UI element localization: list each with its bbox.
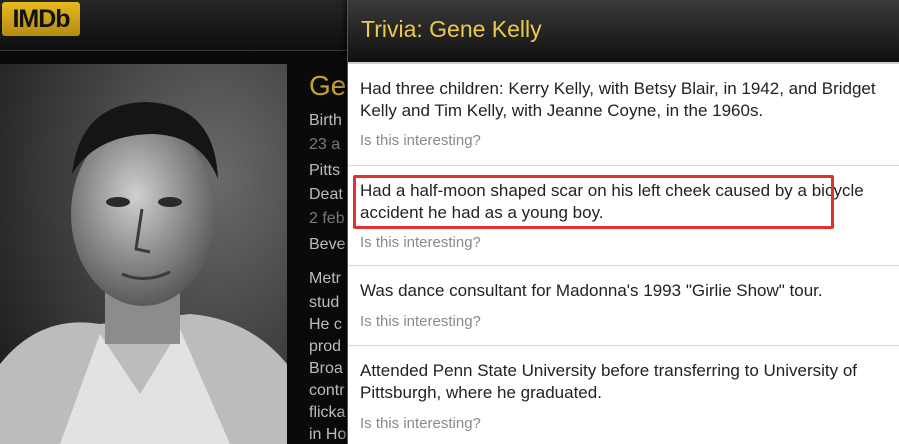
imdb-logo[interactable]: IMDb (2, 2, 80, 36)
interesting-link[interactable]: Is this interesting? (360, 132, 481, 149)
bio-line: 23 a (309, 136, 341, 153)
bio-line: Metr (309, 270, 341, 287)
bio-line: Deat (309, 186, 343, 203)
trivia-dialog: Trivia: Gene Kelly Had three children: K… (347, 0, 899, 444)
bio-line: He c (309, 316, 342, 333)
bio-line: flicka (309, 404, 346, 421)
bio-line: in Ho (309, 426, 347, 443)
actor-name: Ge (309, 70, 347, 101)
profile-photo (0, 64, 287, 444)
bio-line: Beve (309, 236, 346, 253)
bio-line: prod (309, 338, 342, 355)
bio-line: stud (309, 294, 340, 311)
interesting-link[interactable]: Is this interesting? (360, 415, 481, 432)
trivia-item[interactable]: Attended Penn State University before tr… (348, 346, 899, 444)
bio-line: Broa (309, 360, 343, 377)
interesting-link[interactable]: Is this interesting? (360, 313, 481, 330)
bio-line: contr (309, 382, 345, 399)
trivia-text: Attended Penn State University before tr… (360, 361, 858, 402)
trivia-item[interactable]: Was dance consultant for Madonna's 1993 … (348, 266, 899, 346)
bio-line: Birth (309, 112, 342, 129)
trivia-text: Had three children: Kerry Kelly, with Be… (360, 79, 876, 120)
trivia-item[interactable]: Had a half-moon shaped scar on his left … (348, 166, 899, 266)
interesting-link[interactable]: Is this interesting? (360, 234, 481, 251)
dialog-title: Trivia: Gene Kelly (361, 16, 542, 42)
bio-line: Pitts (309, 162, 341, 179)
trivia-item[interactable]: Had three children: Kerry Kelly, with Be… (348, 64, 899, 166)
trivia-text: Had a half-moon shaped scar on his left … (360, 181, 864, 222)
dialog-header: Trivia: Gene Kelly (348, 0, 899, 64)
trivia-text: Was dance consultant for Madonna's 1993 … (360, 281, 823, 300)
bio-line: 2 feb (309, 210, 345, 227)
